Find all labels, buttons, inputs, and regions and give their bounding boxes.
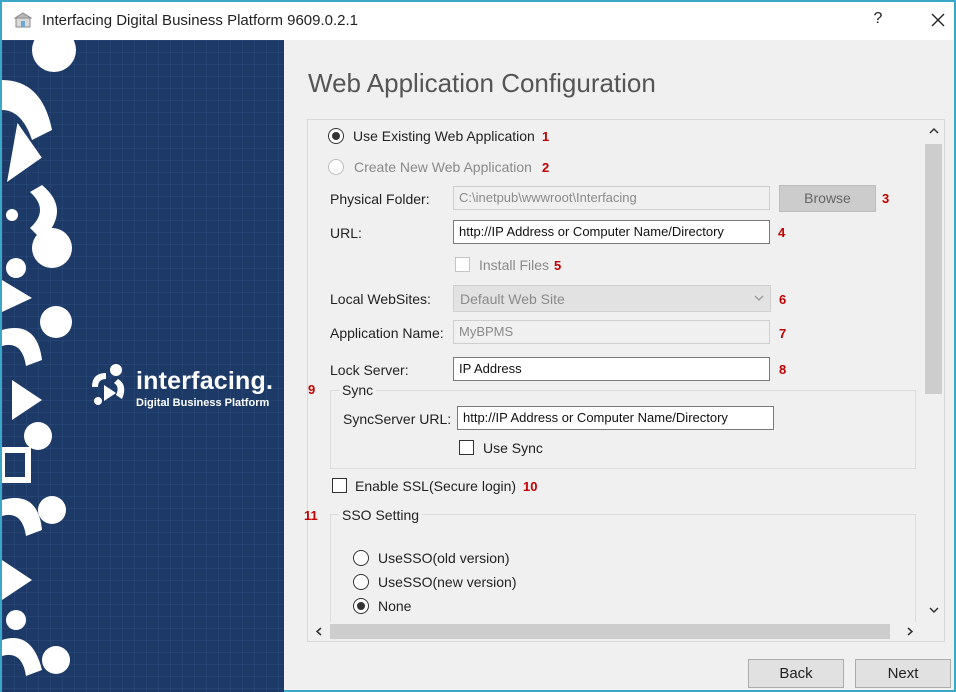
- interfacing-logo: interfacing. Digital Business Platform: [88, 363, 284, 413]
- marker-8: 8: [779, 362, 787, 377]
- install-files-label: Install Files: [479, 257, 550, 273]
- sso-old-radio[interactable]: [353, 550, 369, 566]
- page-title: Web Application Configuration: [308, 68, 656, 98]
- marker-1: 1: [542, 129, 550, 144]
- logo-tagline: Digital Business Platform: [136, 397, 270, 409]
- sso-group: [330, 514, 916, 624]
- local-websites-value: Default Web Site: [460, 291, 565, 307]
- use-sync-checkbox[interactable]: [459, 440, 474, 455]
- marker-4: 4: [778, 225, 786, 240]
- local-websites-select[interactable]: Default Web Site: [453, 285, 771, 312]
- title-bar: Interfacing Digital Business Platform 96…: [2, 2, 954, 40]
- sso-none-radio[interactable]: [353, 598, 369, 614]
- marker-9: 9: [308, 382, 316, 397]
- close-icon[interactable]: [926, 8, 950, 32]
- use-sync-label: Use Sync: [483, 440, 543, 456]
- scroll-down-icon[interactable]: [927, 603, 941, 617]
- enable-ssl-checkbox[interactable]: [332, 478, 347, 493]
- scroll-right-icon[interactable]: [904, 625, 916, 638]
- sync-server-url-label: SyncServer URL:: [343, 411, 452, 427]
- sso-old-label: UseSSO(old version): [378, 550, 510, 566]
- next-button[interactable]: Next: [855, 659, 951, 688]
- vertical-scrollbar[interactable]: [923, 120, 944, 623]
- marker-2: 2: [542, 160, 550, 175]
- chevron-down-icon: [754, 295, 764, 301]
- url-label: URL:: [330, 225, 362, 241]
- app-name-field[interactable]: MyBPMS: [453, 320, 770, 344]
- install-files-checkbox[interactable]: [455, 257, 470, 272]
- physical-folder-field[interactable]: C:\inetpub\wwwroot\Interfacing: [453, 186, 770, 210]
- marker-3: 3: [882, 191, 890, 206]
- marker-5: 5: [554, 258, 562, 273]
- marker-11: 11: [304, 508, 318, 523]
- scroll-left-icon[interactable]: [313, 625, 325, 638]
- sso-new-radio[interactable]: [353, 574, 369, 590]
- use-existing-radio[interactable]: [328, 128, 344, 144]
- back-button[interactable]: Back: [748, 659, 844, 688]
- marker-10: 10: [523, 479, 538, 494]
- sync-server-url-field[interactable]: http://IP Address or Computer Name/Direc…: [457, 406, 774, 430]
- logo-wordmark: interfacing.: [136, 367, 274, 395]
- sso-new-label: UseSSO(new version): [378, 574, 517, 590]
- interfacing-logo-icon: [92, 364, 125, 405]
- vertical-scroll-thumb[interactable]: [925, 144, 942, 394]
- use-existing-label: Use Existing Web Application: [353, 128, 535, 144]
- browse-button[interactable]: Browse: [779, 185, 876, 212]
- enable-ssl-label: Enable SSL(Secure login): [355, 478, 517, 494]
- create-new-radio[interactable]: [328, 159, 344, 175]
- physical-folder-label: Physical Folder:: [330, 191, 430, 207]
- sync-group-title: Sync: [339, 382, 377, 398]
- marker-6: 6: [779, 292, 787, 307]
- horizontal-scroll-thumb[interactable]: [330, 624, 890, 639]
- app-name-label: Application Name:: [330, 325, 444, 341]
- installer-app-icon: [14, 12, 32, 28]
- create-new-label: Create New Web Application: [354, 159, 532, 175]
- marker-7: 7: [779, 326, 787, 341]
- window-title: Interfacing Digital Business Platform 96…: [42, 12, 359, 29]
- installer-window: Interfacing Digital Business Platform 96…: [0, 0, 956, 692]
- help-button[interactable]: ?: [868, 10, 888, 32]
- scroll-up-icon[interactable]: [927, 124, 941, 138]
- sso-group-title: SSO Setting: [339, 507, 423, 523]
- horizontal-scrollbar[interactable]: [308, 622, 923, 641]
- local-websites-label: Local WebSites:: [330, 291, 431, 307]
- sso-none-label: None: [378, 598, 412, 614]
- brand-banner: interfacing. Digital Business Platform: [2, 40, 284, 692]
- lock-server-field[interactable]: IP Address: [453, 357, 770, 381]
- url-field[interactable]: http://IP Address or Computer Name/Direc…: [453, 220, 770, 244]
- lock-server-label: Lock Server:: [330, 362, 409, 378]
